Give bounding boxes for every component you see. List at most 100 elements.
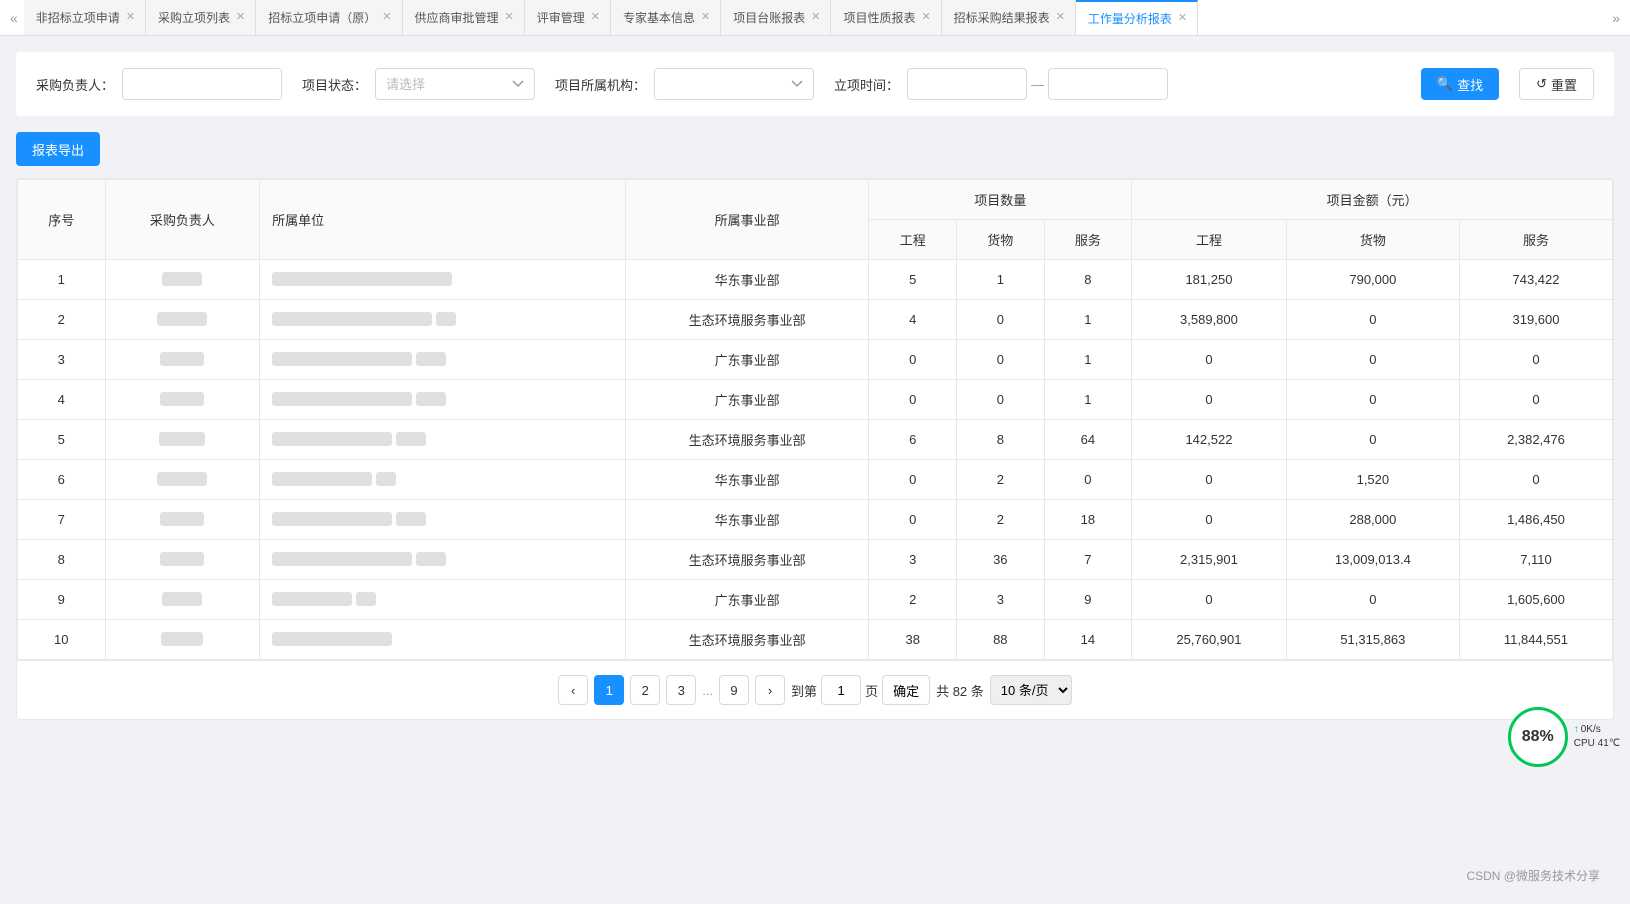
status-select[interactable]: 请选择 (375, 68, 535, 100)
cell-dept: 广东事业部 (625, 340, 869, 380)
cell-buyer (105, 460, 260, 500)
next-page-button[interactable]: › (755, 675, 785, 705)
close-icon[interactable]: ✕ (811, 12, 820, 23)
table-row: 5 生态环境服务事业部6864142,52202,382,476 (18, 420, 1613, 460)
cell-qty_eng: 0 (869, 460, 957, 500)
tab-scroll-right[interactable]: » (1606, 10, 1626, 26)
cell-dept: 广东事业部 (625, 580, 869, 620)
close-icon[interactable]: ✕ (1056, 12, 1065, 23)
th-qty-svc: 服务 (1044, 220, 1132, 260)
cell-qty_svc: 7 (1044, 540, 1132, 580)
buyer-label: 采购负责人： (36, 75, 114, 94)
table-row: 7 华东事业部02180288,0001,486,450 (18, 500, 1613, 540)
tab-bar: « 非招标立项申请 ✕ 采购立项列表 ✕ 招标立项申请（原） ✕ 供应商审批管理… (0, 0, 1630, 36)
cell-amt_svc: 1,605,600 (1459, 580, 1612, 620)
date-label: 立项时间： (834, 75, 899, 94)
cell-dept: 生态环境服务事业部 (625, 620, 869, 660)
cell-amt_goods: 790,000 (1286, 260, 1459, 300)
cell-dept: 华东事业部 (625, 460, 869, 500)
tab-供应商审批管理[interactable]: 供应商审批管理 ✕ (403, 0, 525, 36)
cell-qty_svc: 18 (1044, 500, 1132, 540)
cell-qty_goods: 3 (957, 580, 1045, 620)
tab-采购立项列表[interactable]: 采购立项列表 ✕ (146, 0, 256, 36)
cell-unit (260, 580, 626, 620)
cell-unit (260, 260, 626, 300)
table-row: 10 生态环境服务事业部38881425,760,90151,315,86311… (18, 620, 1613, 660)
cell-buyer (105, 260, 260, 300)
page-9-button[interactable]: 9 (719, 675, 749, 705)
status-label: 项目状态： (302, 75, 367, 94)
table-row: 8 生态环境服务事业部33672,315,90113,009,013.47,11… (18, 540, 1613, 580)
close-icon[interactable]: ✕ (505, 12, 514, 23)
table-row: 3 广东事业部001000 (18, 340, 1613, 380)
date-end-input[interactable] (1048, 68, 1168, 100)
reset-button[interactable]: ↺ 重置 (1519, 68, 1594, 100)
page-1-button[interactable]: 1 (594, 675, 624, 705)
th-qty-group: 项目数量 (869, 180, 1132, 220)
tab-scroll-left[interactable]: « (4, 10, 24, 26)
cell-qty_svc: 14 (1044, 620, 1132, 660)
tab-评审管理[interactable]: 评审管理 ✕ (525, 0, 611, 36)
cell-amt_goods: 0 (1286, 340, 1459, 380)
dept-select[interactable] (654, 68, 814, 100)
close-icon[interactable]: ✕ (591, 12, 600, 23)
export-button[interactable]: 报表导出 (16, 132, 100, 166)
cell-buyer (105, 340, 260, 380)
cell-unit (260, 500, 626, 540)
total-count: 共 82 条 (936, 681, 984, 700)
close-icon[interactable]: ✕ (1178, 13, 1187, 24)
goto-confirm-button[interactable]: 确定 (882, 675, 930, 705)
table-row: 2 生态环境服务事业部4013,589,8000319,600 (18, 300, 1613, 340)
footer-text: CSDN @微服务技术分享 (1466, 869, 1600, 883)
cpu-percentage: 88% (1522, 728, 1554, 746)
cell-amt_goods: 0 (1286, 580, 1459, 620)
page-3-button[interactable]: 3 (666, 675, 696, 705)
goto-input[interactable] (821, 675, 861, 705)
date-separator: — (1031, 77, 1044, 92)
cell-amt_goods: 1,520 (1286, 460, 1459, 500)
cell-qty_goods: 8 (957, 420, 1045, 460)
tab-招标立项申请原[interactable]: 招标立项申请（原） ✕ (256, 0, 402, 36)
tab-项目台账报表[interactable]: 项目台账报表 ✕ (721, 0, 831, 36)
cell-unit (260, 420, 626, 460)
data-table: 序号 采购负责人 所属单位 所属事业部 项目数量 项目金额（元） 工程 货物 服… (16, 178, 1614, 720)
tab-工作量分析报表[interactable]: 工作量分析报表 ✕ (1076, 0, 1198, 36)
th-amount-group: 项目金额（元） (1132, 180, 1613, 220)
tab-专家基本信息[interactable]: 专家基本信息 ✕ (611, 0, 721, 36)
th-dept: 所属事业部 (625, 180, 869, 260)
cell-amt_eng: 0 (1132, 380, 1287, 420)
page-2-button[interactable]: 2 (630, 675, 660, 705)
cell-seq: 2 (18, 300, 106, 340)
table-row: 4 广东事业部001000 (18, 380, 1613, 420)
cell-amt_svc: 7,110 (1459, 540, 1612, 580)
cell-amt_goods: 13,009,013.4 (1286, 540, 1459, 580)
cell-qty_eng: 38 (869, 620, 957, 660)
search-icon: 🔍 (1437, 76, 1453, 92)
close-icon[interactable]: ✕ (236, 12, 245, 23)
filter-status: 项目状态： 请选择 (302, 68, 535, 100)
th-amt-goods: 货物 (1286, 220, 1459, 260)
th-seq: 序号 (18, 180, 106, 260)
close-icon[interactable]: ✕ (921, 12, 930, 23)
cell-unit (260, 340, 626, 380)
cell-amt_goods: 288,000 (1286, 500, 1459, 540)
date-start-input[interactable] (907, 68, 1027, 100)
cell-seq: 7 (18, 500, 106, 540)
filter-date: 立项时间： — (834, 68, 1168, 100)
search-button[interactable]: 🔍 查找 (1421, 68, 1499, 100)
tab-项目性质报表[interactable]: 项目性质报表 ✕ (831, 0, 941, 36)
cell-amt_svc: 0 (1459, 380, 1612, 420)
cell-seq: 8 (18, 540, 106, 580)
close-icon[interactable]: ✕ (126, 12, 135, 23)
tab-招标采购结果报表[interactable]: 招标采购结果报表 ✕ (942, 0, 1076, 36)
cell-seq: 1 (18, 260, 106, 300)
cell-unit (260, 540, 626, 580)
close-icon[interactable]: ✕ (701, 12, 710, 23)
prev-page-button[interactable]: ‹ (558, 675, 588, 705)
tab-非招标立项申请[interactable]: 非招标立项申请 ✕ (24, 0, 146, 36)
filter-buyer: 采购负责人： (36, 68, 282, 100)
close-icon[interactable]: ✕ (382, 12, 391, 23)
page-size-select[interactable]: 10 条/页 20 条/页 50 条/页 (990, 675, 1072, 705)
cell-amt_goods: 51,315,863 (1286, 620, 1459, 660)
buyer-input[interactable] (122, 68, 282, 100)
